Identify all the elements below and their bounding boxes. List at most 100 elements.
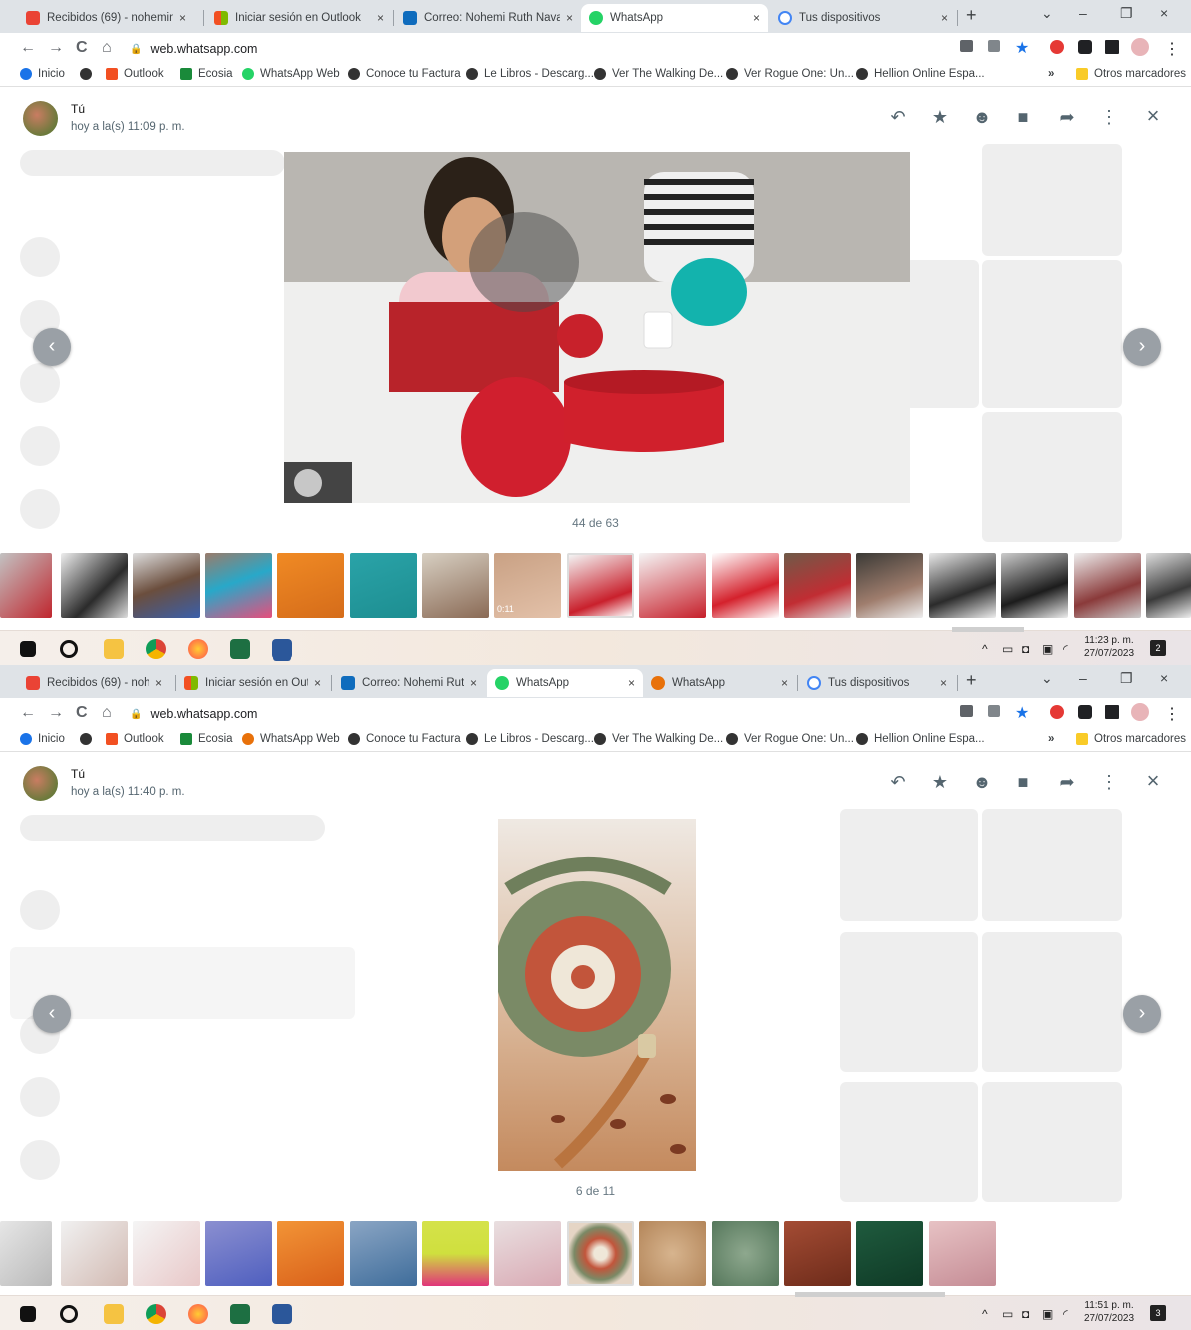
thumbnail[interactable] (350, 553, 417, 618)
thumbnail[interactable] (929, 1221, 996, 1286)
close-icon[interactable]: × (941, 11, 948, 25)
bookmark-item[interactable]: WhatsApp Web (242, 68, 340, 80)
home-button[interactable]: ⌂ (102, 39, 112, 57)
thumbnail-current[interactable] (567, 1221, 634, 1286)
wifi-icon[interactable]: ◜ (1063, 642, 1068, 656)
close-icon[interactable]: × (377, 11, 384, 25)
menu-icon[interactable]: ⋮ (1097, 772, 1121, 793)
bookmark-item[interactable]: Ecosia (180, 733, 233, 745)
thumbnail[interactable] (712, 1221, 779, 1286)
more-bookmarks-button[interactable]: » (1048, 733, 1054, 745)
window-close-button[interactable]: × (1160, 5, 1168, 21)
bookmark-item[interactable]: Ver Rogue One: Un... (726, 68, 854, 80)
tray-chevron-icon[interactable]: ^ (982, 642, 988, 656)
thumbnail[interactable] (422, 1221, 489, 1286)
tab-search-icon[interactable]: ⌄ (1041, 670, 1053, 687)
home-button[interactable]: ⌂ (102, 704, 112, 722)
windows-start-icon[interactable] (20, 1306, 36, 1322)
extensions-icon[interactable] (1078, 705, 1092, 719)
bookmark-item[interactable]: Ver Rogue One: Un... (726, 733, 854, 745)
maximize-button[interactable]: ❐ (1120, 5, 1133, 22)
tab-outlook-mail[interactable]: Correo: Nohemi Ruth Navarr × (395, 4, 581, 32)
avatar[interactable] (23, 101, 58, 136)
menu-icon[interactable]: ⋮ (1097, 107, 1121, 128)
close-icon[interactable]: × (470, 676, 477, 690)
notification-badge[interactable]: 3 (1150, 1305, 1166, 1321)
reload-button[interactable]: C (76, 704, 88, 722)
thumbnail[interactable] (856, 553, 923, 618)
thumbnail[interactable] (61, 553, 128, 618)
thumbnail[interactable] (205, 1221, 272, 1286)
word-icon[interactable] (272, 1304, 292, 1324)
maximize-button[interactable]: ❐ (1120, 670, 1133, 687)
bookmark-star-icon[interactable]: ★ (1015, 38, 1029, 58)
star-icon[interactable]: ★ (928, 107, 952, 128)
chrome-icon[interactable] (146, 639, 166, 659)
url-field[interactable]: 🔒 web.whatsapp.com (130, 39, 950, 59)
close-icon[interactable]: × (155, 676, 162, 690)
sidepanel-icon[interactable] (1105, 40, 1119, 54)
close-icon[interactable]: × (781, 676, 788, 690)
thumbnail[interactable] (1074, 553, 1141, 618)
new-tab-button[interactable]: + (966, 670, 977, 691)
thumbnail[interactable] (133, 553, 200, 618)
tab-outlook-login[interactable]: Iniciar sesión en Outlook × (206, 4, 392, 32)
bookmark-item[interactable]: Le Libros - Descarg... (466, 733, 594, 745)
bookmark-item[interactable]: Outlook (106, 68, 164, 80)
scrollbar-thumb[interactable] (952, 627, 1024, 632)
thumbnail[interactable] (277, 1221, 344, 1286)
tab-outlook-login[interactable]: Iniciar sesión en Outlo × (176, 669, 329, 697)
close-icon[interactable]: × (566, 11, 573, 25)
install-icon[interactable] (960, 705, 973, 717)
bookmark-item[interactable]: Outlook (106, 733, 164, 745)
firefox-icon[interactable] (188, 1304, 208, 1324)
other-bookmarks-folder[interactable]: Otros marcadores (1076, 733, 1186, 745)
thumbnail[interactable] (784, 1221, 851, 1286)
more-bookmarks-button[interactable]: » (1048, 68, 1054, 80)
close-icon[interactable]: × (314, 676, 321, 690)
tab-outlook-mail[interactable]: Correo: Nohemi Ruth × (333, 669, 485, 697)
back-button[interactable]: ← (20, 704, 36, 722)
minimize-button[interactable]: – (1079, 5, 1087, 21)
back-button[interactable]: ← (20, 39, 36, 57)
thumbnail[interactable] (1001, 553, 1068, 618)
bookmark-item[interactable]: Conoce tu Factura (348, 733, 461, 745)
emoji-icon[interactable]: ☻ (970, 772, 994, 793)
other-bookmarks-folder[interactable]: Otros marcadores (1076, 68, 1186, 80)
reply-icon[interactable]: ↶ (886, 107, 910, 128)
close-icon[interactable]: × (753, 11, 760, 25)
prev-button[interactable]: ‹ (33, 995, 71, 1033)
thumbnail[interactable] (422, 553, 489, 618)
bookmark-star-icon[interactable]: ★ (1015, 703, 1029, 723)
reload-button[interactable]: C (76, 39, 88, 57)
thumbnail[interactable] (856, 1221, 923, 1286)
bookmark-item[interactable] (80, 68, 98, 80)
bookmark-item[interactable] (80, 733, 98, 745)
next-button[interactable]: › (1123, 328, 1161, 366)
forward-button[interactable]: → (48, 704, 64, 722)
language-icon[interactable]: ▣ (1042, 1307, 1053, 1321)
network-icon[interactable]: ◘ (1022, 1307, 1029, 1321)
share-icon[interactable] (988, 40, 1000, 52)
thumbnail[interactable] (61, 1221, 128, 1286)
tab-gmail[interactable]: Recibidos (69) - nohe × (18, 669, 170, 697)
bookmark-item[interactable]: Hellion Online Espa... (856, 733, 985, 745)
next-button[interactable]: › (1123, 995, 1161, 1033)
tab-gmail[interactable]: Recibidos (69) - noheminaju × (18, 4, 194, 32)
chrome-icon[interactable] (146, 1304, 166, 1324)
browser-menu-icon[interactable]: ⋮ (1164, 39, 1180, 59)
bookmark-item[interactable]: Inicio (20, 733, 65, 745)
excel-icon[interactable] (230, 639, 250, 659)
bookmark-item[interactable]: Ecosia (180, 68, 233, 80)
thumbnail[interactable] (784, 553, 851, 618)
tab-devices[interactable]: Tus dispositivos × (770, 4, 956, 32)
close-icon[interactable]: × (1141, 768, 1165, 794)
forward-button[interactable]: → (48, 39, 64, 57)
bookmark-item[interactable]: Hellion Online Espa... (856, 68, 985, 80)
url-field[interactable]: 🔒 web.whatsapp.com (130, 704, 950, 724)
new-tab-button[interactable]: + (966, 5, 977, 26)
install-icon[interactable] (960, 40, 973, 52)
share-icon[interactable] (988, 705, 1000, 717)
delete-icon[interactable]: ■ (1011, 772, 1035, 793)
bookmark-item[interactable]: WhatsApp Web (242, 733, 340, 745)
